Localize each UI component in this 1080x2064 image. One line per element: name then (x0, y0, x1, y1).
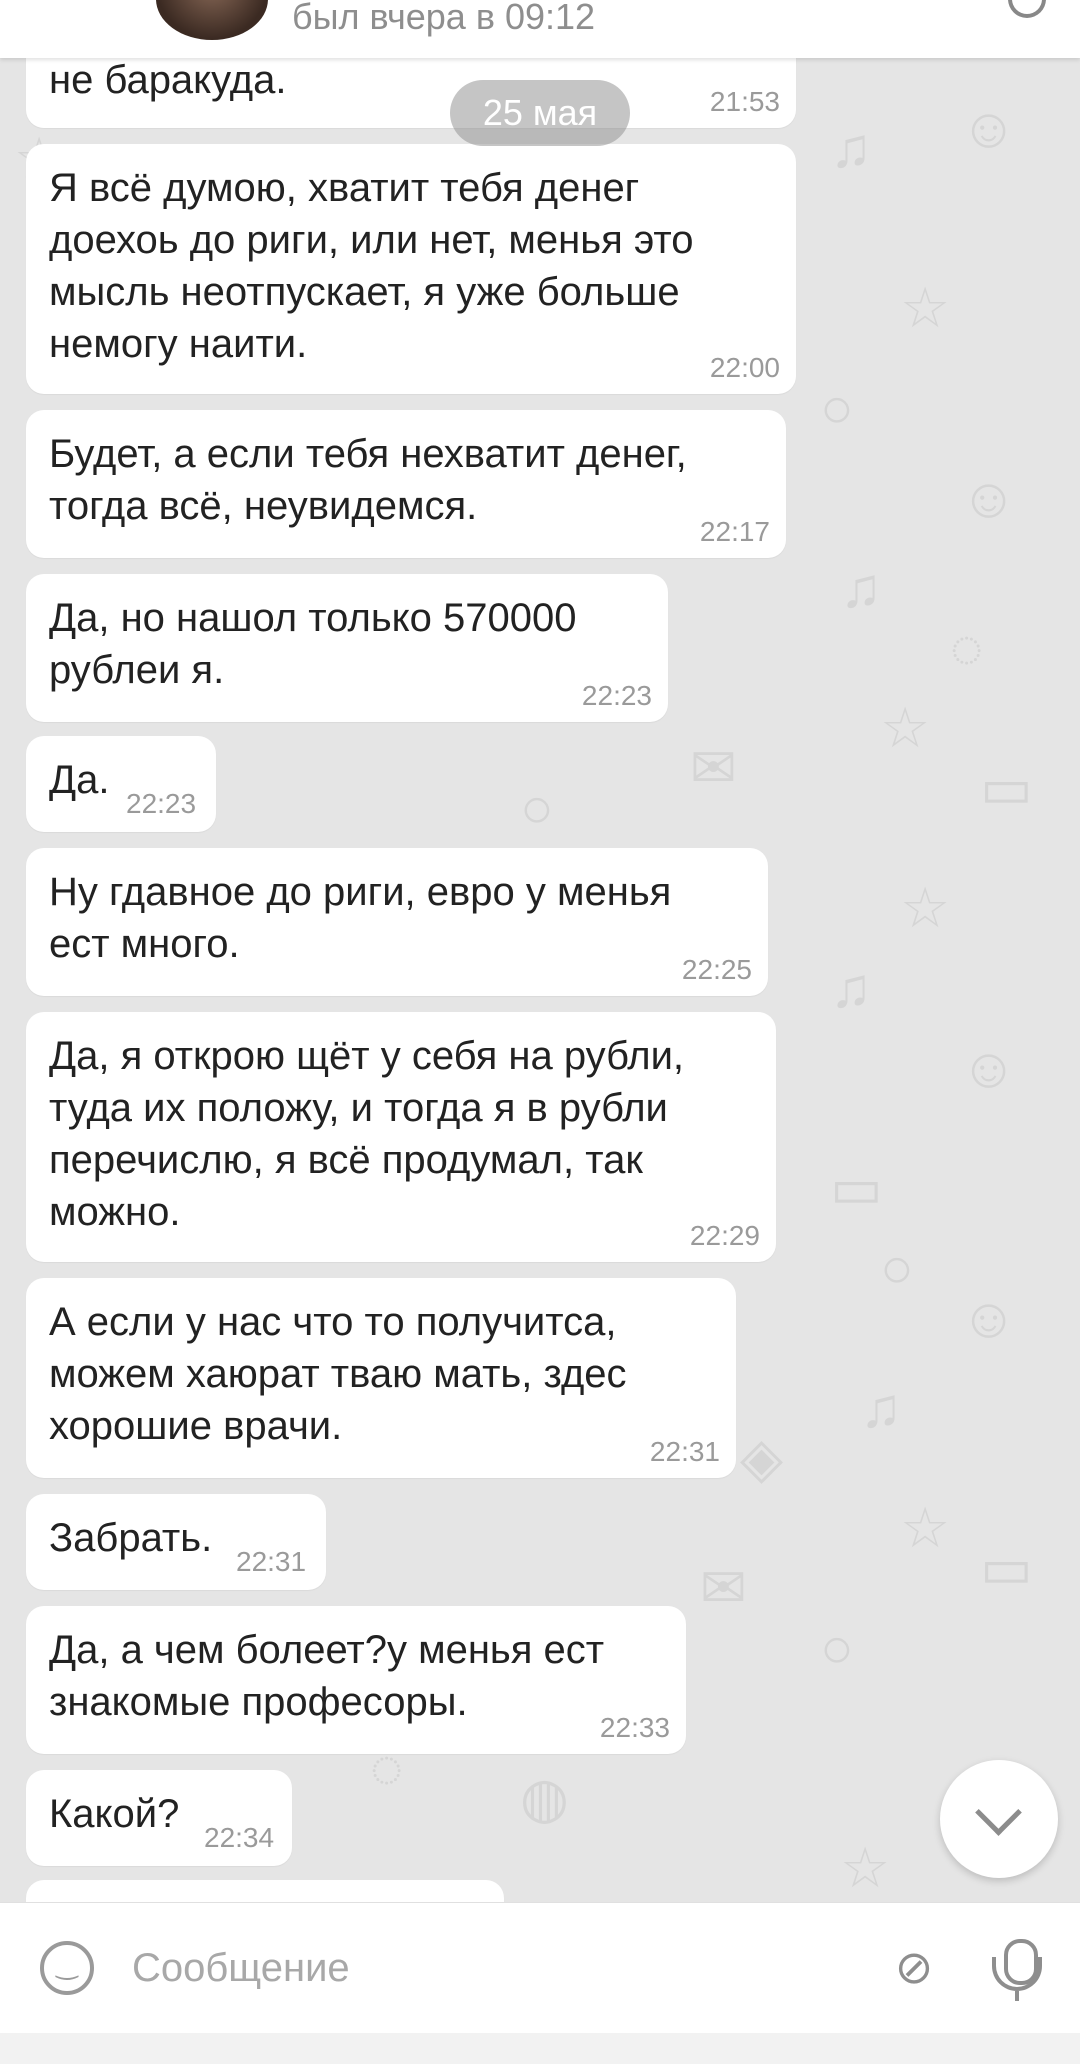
message-bubble[interactable]: Я всё думою, хватит тебя денег доехоь до… (26, 144, 796, 394)
message-text: Какой? (49, 1792, 180, 1836)
gamepad-doodle-icon: ◈ (740, 1426, 784, 1489)
call-icon[interactable] (1008, 0, 1046, 18)
message-bubble[interactable]: Ну гдавное до риги, евро у менья ест мно… (26, 848, 768, 996)
message-time: 22:33 (599, 1712, 670, 1743)
balloon-doodle-icon: ○ (820, 376, 854, 439)
balloon-doodle-icon: ○ (820, 1616, 854, 1679)
gift-doodle-icon: ✉ (700, 1556, 747, 1619)
message-bubble[interactable]: Будет, а если тебя нехватит денег, тогда… (26, 410, 786, 558)
music-note-doodle-icon: ♫ (830, 116, 872, 179)
message-bubble[interactable]: Да. 22:23 (26, 736, 216, 832)
message-text: А если у нас что то получитса, можем хаю… (49, 1300, 627, 1448)
music-note-doodle-icon: ♫ (840, 556, 882, 619)
message-bubble[interactable]: Забрать. 22:31 (26, 1494, 326, 1590)
star-doodle-icon: ☆ (900, 1496, 951, 1559)
message-bubble[interactable]: А если у нас что то получитса, можем хаю… (26, 1278, 736, 1478)
last-seen-status: был вчера в 09:12 (292, 0, 596, 37)
message-text: Да, я открою щёт у себя на рубли, туда и… (49, 1034, 685, 1234)
message-time: 22:31 (236, 1546, 307, 1577)
chevron-down-icon (975, 1789, 1022, 1836)
star-doodle-icon: ☆ (900, 876, 951, 939)
message-time: 21:53 (709, 86, 780, 117)
message-time: 22:23 (126, 788, 197, 819)
microphone-icon[interactable] (990, 1939, 1046, 2003)
message-time: 22:31 (649, 1436, 720, 1467)
date-separator: 25 мая (450, 80, 630, 146)
star-doodle-icon: ☆ (880, 696, 931, 759)
image-doodle-icon: ▭ (980, 756, 1033, 819)
music-note-doodle-icon: ♫ (860, 1376, 902, 1439)
star-doodle-icon: ☆ (900, 276, 951, 339)
scroll-down-button[interactable] (940, 1760, 1058, 1878)
message-time: 22:34 (204, 1822, 275, 1853)
message-bubble[interactable]: Да, я открою щёт у себя на рубли, туда и… (26, 1012, 776, 1262)
message-bubble[interactable]: Да, а чем болеет?у менья ест знакомые пр… (26, 1606, 686, 1754)
paperclip-icon[interactable]: ⊘ (886, 1939, 942, 1995)
message-time: 22:23 (581, 680, 652, 711)
message-text: Да. (49, 758, 110, 802)
message-time: 22:00 (709, 352, 780, 383)
message-text: Забрать. (49, 1516, 213, 1560)
message-composer: ‿ ⊘ (0, 1902, 1080, 2033)
message-text: Да, но нашол только 570000 рублеи я. (49, 596, 577, 692)
chat-header[interactable]: был вчера в 09:12 (0, 0, 1080, 58)
gift-doodle-icon: ✉ (690, 736, 737, 799)
people-doodle-icon: ☺ (960, 1036, 1018, 1099)
people-doodle-icon: ☺ (960, 1286, 1018, 1349)
message-text: Будет, а если тебя нехватит денег, тогда… (49, 432, 687, 528)
avatar[interactable] (156, 0, 268, 40)
message-text: Я всё думою, хватит тебя денег доехоь до… (49, 166, 694, 366)
balloon-doodle-icon: ○ (880, 1236, 914, 1299)
smile-icon[interactable]: ‿ (40, 1941, 94, 1995)
message-text: не баракуда. (49, 58, 287, 102)
message-bubble[interactable]: Какой? 22:34 (26, 1770, 292, 1866)
system-navigation-bar (0, 2032, 1080, 2064)
footprints-doodle-icon: ◍ (520, 1766, 569, 1829)
message-bubble[interactable]: Да, но нашол только 570000 рублеи я. 22:… (26, 574, 668, 722)
message-text: Ну гдавное до риги, евро у менья ест мно… (49, 870, 672, 966)
message-text: Да, а чем болеет?у менья ест знакомые пр… (49, 1628, 605, 1724)
message-time: 22:25 (681, 954, 752, 985)
star-doodle-icon: ☆ (840, 1836, 891, 1899)
message-time: 22:29 (689, 1220, 760, 1251)
music-note-doodle-icon: ♫ (830, 956, 872, 1019)
people-doodle-icon: ☺ (960, 466, 1018, 529)
chat-doodle-icon: ◌ (950, 616, 984, 679)
message-input[interactable] (132, 1941, 732, 1995)
image-doodle-icon: ▭ (830, 1156, 883, 1219)
message-time: 22:17 (699, 516, 770, 547)
image-doodle-icon: ▭ (980, 1536, 1033, 1599)
people-doodle-icon: ☺ (960, 96, 1018, 159)
balloon-doodle-icon: ○ (520, 776, 554, 839)
